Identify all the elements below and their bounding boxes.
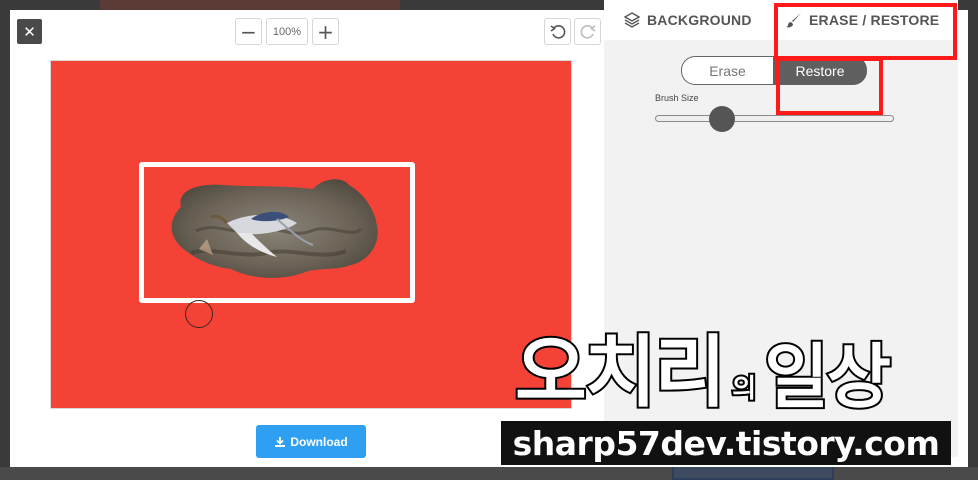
- zoom-controls: − 100% +: [235, 18, 339, 45]
- brush-size-slider-thumb[interactable]: [708, 106, 735, 132]
- tab-background[interactable]: BACKGROUND: [624, 0, 752, 40]
- zoom-out-button[interactable]: −: [235, 18, 262, 45]
- watermark-title-part1: 오치리: [513, 328, 728, 418]
- selection-highlight-box: [139, 162, 415, 303]
- download-button[interactable]: Download: [256, 425, 366, 458]
- layers-icon: [624, 12, 640, 28]
- undo-icon: [550, 24, 565, 39]
- redo-button[interactable]: [574, 18, 601, 45]
- brush-cursor: [185, 300, 213, 328]
- watermark-title-small: 의: [730, 374, 758, 404]
- watermark-url: sharp57dev.tistory.com: [501, 421, 951, 465]
- annotation-box-restore: [776, 57, 883, 115]
- close-button[interactable]: ✕: [17, 19, 42, 44]
- tab-background-label: BACKGROUND: [647, 12, 752, 28]
- page-backdrop-photo: [100, 0, 400, 10]
- history-controls: [544, 18, 601, 45]
- watermark-title-part2: 일상: [762, 336, 893, 418]
- brush-size-label: Brush Size: [655, 93, 699, 103]
- image-canvas[interactable]: [50, 60, 572, 409]
- zoom-in-button[interactable]: +: [312, 18, 339, 45]
- undo-button[interactable]: [544, 18, 571, 45]
- zoom-level: 100%: [266, 18, 308, 45]
- close-icon: ✕: [23, 22, 36, 41]
- download-label: Download: [290, 434, 348, 449]
- annotation-box-tab: [774, 3, 957, 60]
- brush-size-slider[interactable]: [655, 115, 894, 122]
- download-icon: [275, 436, 286, 447]
- erase-button[interactable]: Erase: [681, 56, 773, 85]
- redo-icon: [580, 24, 595, 39]
- watermark-title: 오치리 의 일상: [513, 312, 893, 418]
